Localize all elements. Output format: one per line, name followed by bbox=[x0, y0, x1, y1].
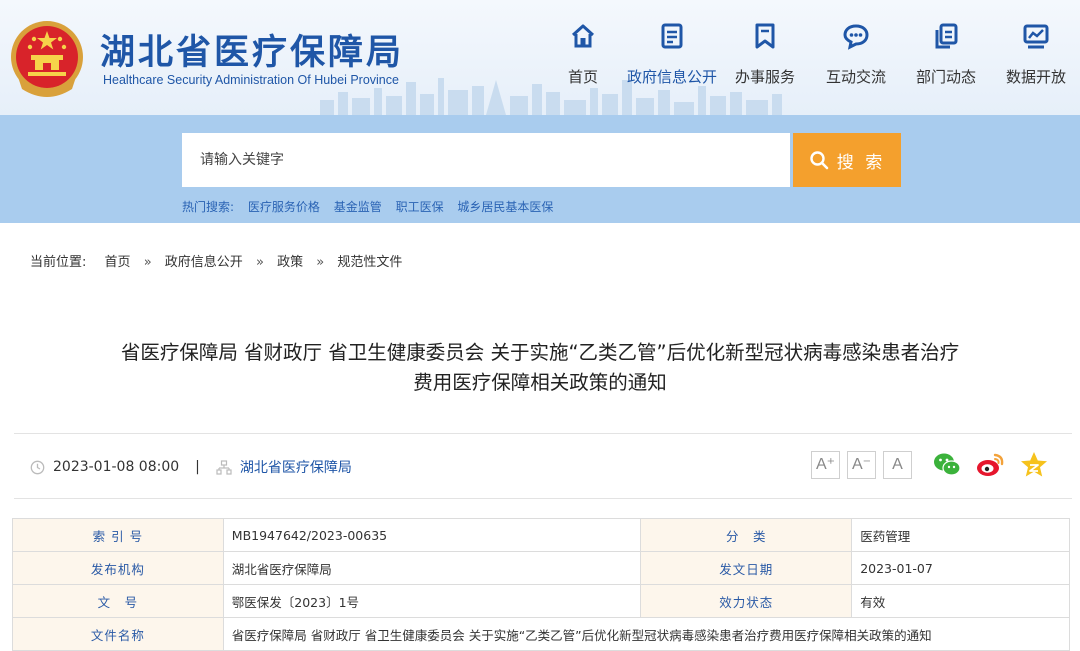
nav-gov-info[interactable]: 政府信息公开 bbox=[627, 22, 717, 92]
document-info-table: 索 引 号 MB1947642/2023-00635 分 类 医药管理 发布机构… bbox=[12, 518, 1071, 651]
breadcrumb-normative-docs[interactable]: 规范性文件 bbox=[337, 255, 402, 270]
bookmark-icon bbox=[755, 23, 775, 49]
hot-search-label: 热门搜索: bbox=[182, 200, 235, 214]
hot-search-term[interactable]: 城乡居民基本医保 bbox=[457, 200, 553, 214]
info-key: 发布机构 bbox=[12, 551, 224, 585]
search-button[interactable]: 搜 索 bbox=[793, 133, 901, 187]
nav-open-data[interactable]: 数据开放 bbox=[991, 22, 1080, 92]
nav-services[interactable]: 办事服务 bbox=[720, 22, 810, 92]
hot-search-term[interactable]: 职工医保 bbox=[396, 200, 444, 214]
breadcrumb-policy[interactable]: 政策 bbox=[277, 255, 303, 270]
info-key: 文件名称 bbox=[12, 617, 224, 651]
home-icon bbox=[571, 24, 595, 48]
nav-interaction[interactable]: 互动交流 bbox=[811, 22, 901, 92]
nav-label: 首页 bbox=[567, 68, 598, 86]
info-value: MB1947642/2023-00635 bbox=[222, 518, 642, 552]
breadcrumb: 当前位置: 首页 » 政府信息公开 » 政策 » 规范性文件 bbox=[30, 251, 402, 270]
info-key: 索 引 号 bbox=[12, 518, 224, 552]
document-title: 省医疗保障局 省财政厅 省卫生健康委员会 关于实施“乙类乙管”后优化新型冠状病毒… bbox=[40, 338, 1040, 398]
nav-label: 政府信息公开 bbox=[627, 68, 718, 86]
font-decrease-button[interactable]: A⁻ bbox=[847, 451, 876, 479]
site-header: 湖北省医疗保障局 Healthcare Security Administrat… bbox=[0, 0, 1080, 115]
wechat-share-icon[interactable] bbox=[932, 450, 962, 480]
document-title-line: 费用医疗保障相关政策的通知 bbox=[413, 371, 667, 394]
nav-news[interactable]: 部门动态 bbox=[901, 22, 991, 92]
document-name-value: 省医疗保障局 省财政厅 省卫生健康委员会 关于实施“乙类乙管”后优化新型冠状病毒… bbox=[222, 617, 1071, 651]
document-title-line: 省医疗保障局 省财政厅 省卫生健康委员会 关于实施“乙类乙管”后优化新型冠状病毒… bbox=[120, 341, 960, 364]
table-row: 文 号 鄂医保发〔2023〕1号 效力状态 有效 bbox=[12, 584, 1070, 618]
document-meta-bar: 2023-01-08 08:00 | 湖北省医疗保障局 A⁺ A⁻ A bbox=[14, 433, 1072, 499]
breadcrumb-separator: » bbox=[143, 255, 152, 270]
breadcrumb-home[interactable]: 首页 bbox=[105, 255, 131, 270]
font-increase-button[interactable]: A⁺ bbox=[811, 451, 840, 479]
info-key: 分 类 bbox=[640, 518, 853, 552]
info-value: 医药管理 bbox=[851, 518, 1070, 552]
hot-search-term[interactable]: 医疗服务价格 bbox=[248, 200, 320, 214]
organization-icon bbox=[216, 459, 232, 475]
info-value: 湖北省医疗保障局 bbox=[222, 551, 642, 585]
info-value: 有效 bbox=[851, 584, 1070, 618]
publisher-link[interactable]: 湖北省医疗保障局 bbox=[240, 457, 352, 477]
search-button-label: 搜 索 bbox=[836, 152, 886, 173]
nav-label: 互动交流 bbox=[825, 68, 886, 86]
search-icon bbox=[810, 151, 829, 170]
nav-label: 数据开放 bbox=[1005, 68, 1066, 86]
table-row: 文件名称 省医疗保障局 省财政厅 省卫生健康委员会 关于实施“乙类乙管”后优化新… bbox=[12, 617, 1071, 651]
clock-icon bbox=[30, 460, 45, 474]
info-key: 效力状态 bbox=[640, 584, 853, 618]
hot-searches: 热门搜索: 医疗服务价格 基金监管 职工医保 城乡居民基本医保 bbox=[182, 198, 563, 215]
meta-divider: | bbox=[195, 459, 200, 475]
nav-label: 部门动态 bbox=[915, 68, 976, 86]
main-content: 当前位置: 首页 » 政府信息公开 » 政策 » 规范性文件 省医疗保障局 省财… bbox=[0, 223, 1080, 651]
site-subtitle: Healthcare Security Administration Of Hu… bbox=[103, 73, 399, 87]
publish-date: 2023-01-08 08:00 bbox=[53, 459, 180, 475]
copy-pages-icon bbox=[935, 23, 958, 49]
document-list-icon bbox=[661, 23, 683, 49]
weibo-share-icon[interactable] bbox=[975, 450, 1005, 480]
national-emblem-logo bbox=[11, 21, 83, 97]
breadcrumb-separator: » bbox=[316, 255, 325, 270]
qzone-share-icon[interactable] bbox=[1019, 450, 1049, 480]
info-value: 鄂医保发〔2023〕1号 bbox=[222, 584, 642, 618]
nav-label: 办事服务 bbox=[734, 68, 795, 86]
hot-search-term[interactable]: 基金监管 bbox=[334, 200, 382, 214]
info-key: 发文日期 bbox=[640, 551, 853, 585]
document-meta: 2023-01-08 08:00 | 湖北省医疗保障局 bbox=[30, 457, 352, 477]
info-key: 文 号 bbox=[12, 584, 224, 618]
search-band: 搜 索 热门搜索: 医疗服务价格 基金监管 职工医保 城乡居民基本医保 bbox=[0, 115, 1080, 223]
info-value: 2023-01-07 bbox=[851, 551, 1070, 585]
table-row: 发布机构 湖北省医疗保障局 发文日期 2023-01-07 bbox=[12, 551, 1070, 585]
nav-home[interactable]: 首页 bbox=[538, 22, 628, 92]
breadcrumb-gov-info[interactable]: 政府信息公开 bbox=[165, 255, 243, 270]
chart-board-icon bbox=[1023, 24, 1049, 49]
chat-bubble-icon bbox=[843, 24, 869, 50]
breadcrumb-label: 当前位置: bbox=[30, 255, 87, 270]
font-default-button[interactable]: A bbox=[883, 451, 912, 479]
table-row: 索 引 号 MB1947642/2023-00635 分 类 医药管理 bbox=[12, 518, 1070, 552]
main-nav: 首页 政府信息公开 办事服务 互动交流 部门动态 数据开放 bbox=[550, 22, 1080, 92]
breadcrumb-separator: » bbox=[255, 255, 264, 270]
search-input[interactable] bbox=[182, 133, 790, 187]
site-title: 湖北省医疗保障局 bbox=[100, 32, 405, 73]
